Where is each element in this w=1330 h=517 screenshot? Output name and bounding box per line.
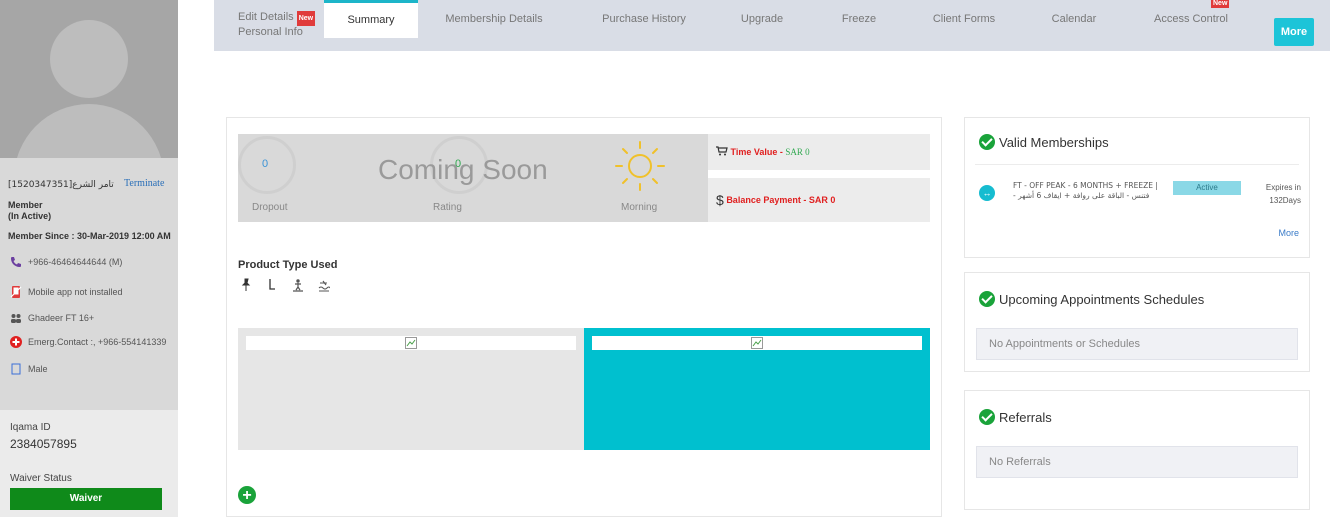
tab-edit-details[interactable]: Edit Details New Personal Info <box>238 0 328 38</box>
time-value-label: Time Value - <box>730 147 786 157</box>
referrals-empty: No Referrals <box>976 446 1298 478</box>
appointments-title: Upcoming Appointments Schedules <box>999 291 1205 307</box>
swimmer-icon <box>318 280 330 292</box>
waiver-status-label: Waiver Status <box>10 473 72 484</box>
emergency-row: Emerg.Contact :, +966-554141339 <box>10 336 166 348</box>
membership-status-badge: Active <box>1173 181 1241 195</box>
iqama-value: 2384057895 <box>10 437 77 451</box>
gender-row: Male <box>10 363 48 375</box>
product-type-icons <box>240 278 330 292</box>
rating-label: Rating <box>433 202 462 213</box>
valid-memberships-card: Valid Memberships ↔ FT - OFF PEAK - 6 MO… <box>964 117 1310 258</box>
group-icon <box>10 312 22 324</box>
more-button[interactable]: More <box>1274 18 1314 46</box>
valid-memberships-title: Valid Memberships <box>999 134 1109 150</box>
tab-access-control[interactable]: New Access Control <box>1146 0 1236 38</box>
emergency-contact: Emerg.Contact :, +966-554141339 <box>28 337 167 347</box>
member-since: Member Since : 30-Mar-2019 12:00 AM <box>8 231 171 241</box>
dropout-value: 0 <box>262 158 269 170</box>
broken-image-icon <box>405 337 417 349</box>
referrals-title: Referrals <box>999 409 1052 425</box>
dropout-label: Dropout <box>252 202 288 213</box>
new-badge: New <box>296 11 316 26</box>
image-panel-right <box>584 328 930 450</box>
member-status: (In Active) <box>8 211 52 221</box>
cart-icon <box>716 146 728 156</box>
profile-info: [1520347351]تامر الشرع Terminate Member … <box>0 158 178 410</box>
member-name: [1520347351]تامر الشرع <box>8 180 114 190</box>
emergency-plus-icon <box>10 336 22 348</box>
app-status-row: Mobile app not installed <box>10 286 123 298</box>
tab-calendar[interactable]: Calendar <box>1044 0 1104 38</box>
tab-bar: Edit Details New Personal Info Summary M… <box>214 0 1330 51</box>
check-circle-icon <box>979 409 995 425</box>
stats-box: 0 0 Coming Soon Dropout Rating Morning <box>238 134 708 222</box>
new-badge: New <box>1211 0 1230 8</box>
gender-icon <box>10 363 22 375</box>
tab-upgrade[interactable]: Upgrade <box>732 0 792 38</box>
person-lift-icon <box>293 279 303 292</box>
hook-icon <box>269 279 275 290</box>
balance-amount: SAR 0 <box>808 195 836 205</box>
appointments-empty: No Appointments or Schedules <box>976 328 1298 360</box>
add-plus-button[interactable]: + <box>238 486 256 504</box>
waiver-button[interactable]: Waiver <box>10 488 162 510</box>
dollar-icon: $ <box>716 192 724 208</box>
check-circle-icon <box>979 291 995 307</box>
membership-name[interactable]: FT - OFF PEAK - 6 MONTHS + FREEZE | - فت… <box>1013 181 1161 201</box>
time-value-box: Time Value - SAR 0 <box>708 134 930 170</box>
coming-soon-overlay: Coming Soon <box>378 154 548 185</box>
tab-membership-details[interactable]: Membership Details <box>439 0 549 38</box>
member-type: Member <box>8 200 43 210</box>
broken-image-icon <box>751 337 763 349</box>
swap-arrows-icon: ↔ <box>979 185 995 201</box>
summary-card: 0 0 Coming Soon Dropout Rating Morning T… <box>226 117 942 517</box>
app-status: Mobile app not installed <box>28 287 123 297</box>
tab-client-forms[interactable]: Client Forms <box>924 0 1004 38</box>
phone-number: +966-46464644644 (M) <box>28 257 123 267</box>
memberships-more-link[interactable]: More <box>1278 228 1299 238</box>
tab-purchase-history[interactable]: Purchase History <box>594 0 694 38</box>
appointments-card: Upcoming Appointments Schedules No Appoi… <box>964 272 1310 372</box>
sun-icon <box>615 141 665 191</box>
check-circle-icon <box>979 134 995 150</box>
phone-row[interactable]: +966-46464644644 (M) <box>10 256 122 268</box>
balance-label: Balance Payment - <box>726 195 809 205</box>
membership-expiry: Expires in 132Days <box>1265 183 1301 205</box>
branch-name: Ghadeer FT 16+ <box>28 313 95 323</box>
pushpin-icon <box>241 278 251 291</box>
gender: Male <box>28 364 48 374</box>
tab-summary[interactable]: Summary <box>324 0 418 38</box>
phone-icon <box>10 256 22 268</box>
mobile-app-icon <box>10 286 22 298</box>
morning-label: Morning <box>621 202 658 213</box>
profile-sidebar: [1520347351]تامر الشرع Terminate Member … <box>0 0 178 517</box>
tab-freeze[interactable]: Freeze <box>834 0 884 38</box>
avatar <box>0 0 178 158</box>
image-panel-left <box>238 328 584 450</box>
iqama-label: Iqama ID <box>10 422 51 433</box>
referrals-card: Referrals No Referrals <box>964 390 1310 510</box>
terminate-link[interactable]: Terminate <box>124 178 164 189</box>
balance-payment-box: $ Balance Payment - SAR 0 <box>708 178 930 222</box>
branch-row: Ghadeer FT 16+ <box>10 312 94 324</box>
product-type-title: Product Type Used <box>238 259 338 271</box>
time-value-amount: SAR 0 <box>785 147 810 157</box>
